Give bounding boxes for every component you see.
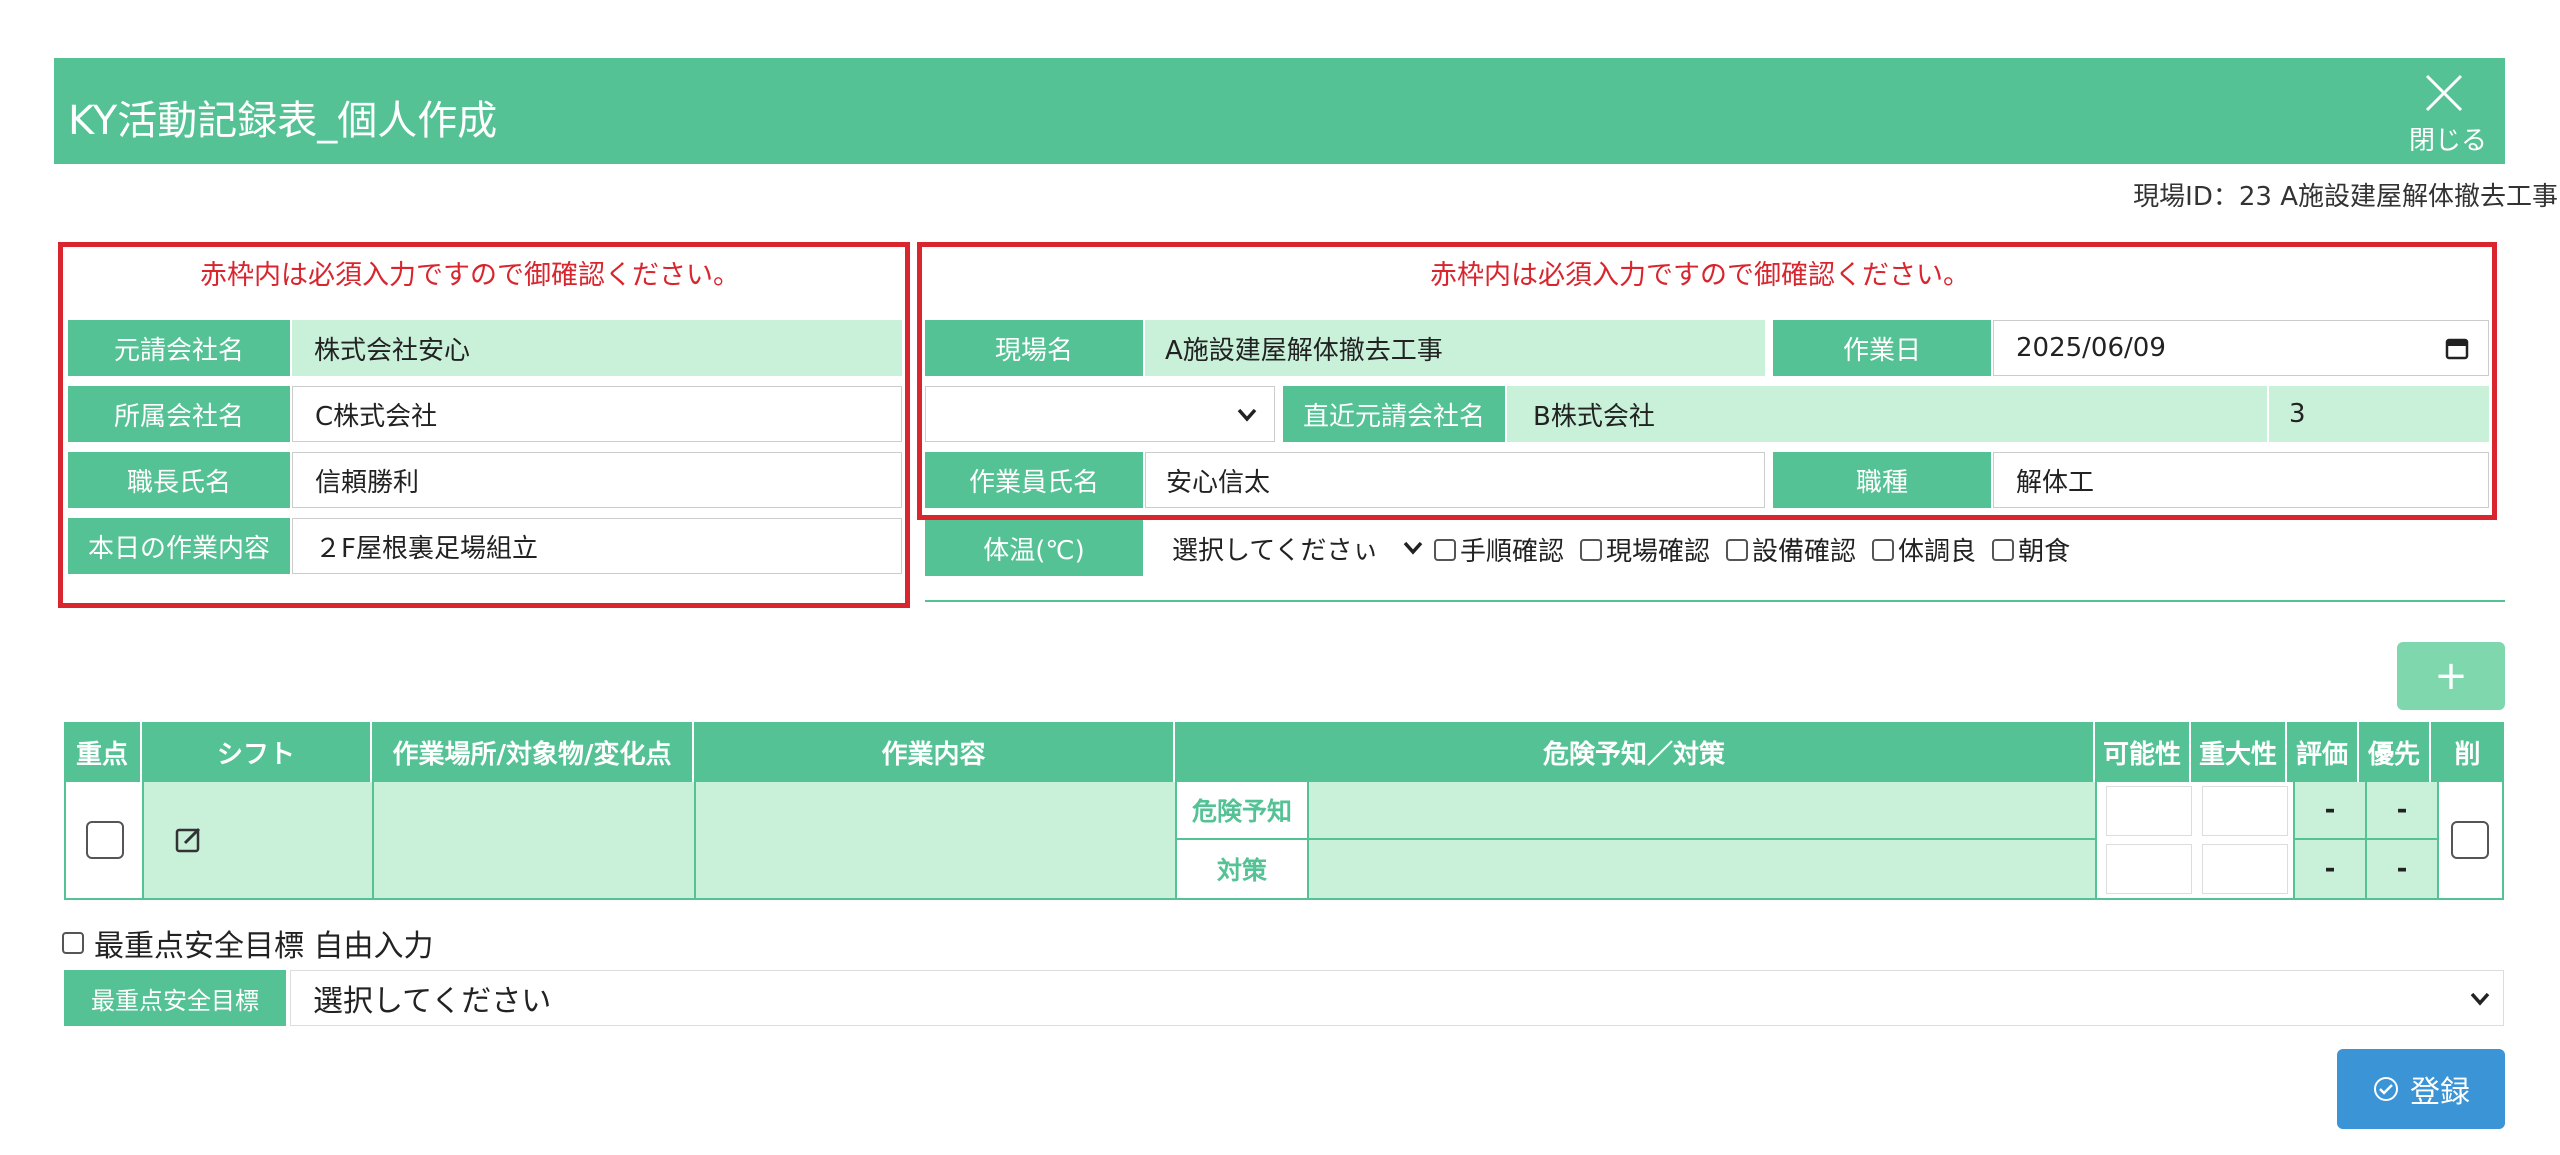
col-shift: シフト — [142, 722, 372, 782]
col-priority: 優先 — [2359, 722, 2431, 782]
right-required-notice: 赤枠内は必須入力ですので御確認ください。 — [1430, 260, 1970, 291]
row-work-content-cell[interactable] — [696, 782, 1177, 898]
col-evaluation: 評価 — [2287, 722, 2359, 782]
risk-prediction-label: 危険予知 — [1177, 782, 1309, 840]
col-risk-measure: 危険予知／対策 — [1175, 722, 2095, 782]
site-id-text: 現場ID：23 A施設建屋解体撤去工事 — [2133, 182, 2558, 212]
daily-checklist: 手順確認 現場確認 設備確認 体調良 朝食 — [1434, 531, 2070, 568]
priority-flag-checkbox[interactable] — [86, 821, 124, 859]
possibility-risk-input[interactable] — [2106, 786, 2192, 836]
todays-work-label: 本日の作業内容 — [68, 518, 290, 574]
equipment-check-checkbox[interactable] — [1726, 538, 1749, 561]
col-severity: 重大性 — [2191, 722, 2287, 782]
priority-measure: - — [2365, 840, 2437, 898]
site-name-label: 現場名 — [925, 320, 1143, 376]
modal-header: KY活動記録表_個人作成 閉じる — [54, 58, 2505, 164]
divider — [925, 600, 2505, 602]
direct-contractor-label: 直近元請会社名 — [1283, 386, 1505, 442]
prime-contractor-label: 元請会社名 — [68, 320, 290, 376]
work-date-label: 作業日 — [1773, 320, 1991, 376]
work-date-field[interactable]: 2025/06/09 — [1993, 320, 2489, 376]
prime-contractor-value: 株式会社安心 — [292, 320, 902, 376]
temperature-select[interactable]: 選択してくださぃ — [1150, 520, 1432, 576]
affiliated-company-field[interactable]: C株式会社 — [292, 386, 902, 442]
goal-free-input-label: 最重点安全目標 自由入力 — [94, 929, 434, 964]
foreman-name-field[interactable]: 信頼勝利 — [292, 452, 902, 508]
risk-prediction-field[interactable] — [1309, 782, 2097, 840]
possibility-measure-input[interactable] — [2106, 844, 2192, 894]
safety-goal-select-value: 選択してください — [313, 984, 552, 1019]
priority-risk: - — [2365, 782, 2437, 840]
add-row-button[interactable]: + — [2397, 642, 2505, 710]
severity-measure-input[interactable] — [2202, 844, 2288, 894]
site-check-checkbox[interactable] — [1580, 538, 1603, 561]
safety-goal-select[interactable]: 選択してください — [290, 970, 2504, 1026]
calendar-icon[interactable] — [2444, 335, 2470, 361]
measure-field[interactable] — [1309, 840, 2097, 898]
row-delete-cell — [2437, 782, 2502, 898]
modal-title: KY活動記録表_個人作成 — [68, 98, 498, 144]
relation-select[interactable] — [925, 386, 1275, 442]
register-button[interactable]: 登録 — [2337, 1049, 2505, 1129]
good-health-checkbox[interactable] — [1872, 538, 1895, 561]
row-flag-cell — [66, 782, 144, 898]
measure-label: 対策 — [1177, 840, 1309, 898]
close-button[interactable]: 閉じる — [2409, 120, 2487, 157]
col-location: 作業場所/対象物/変化点 — [372, 722, 694, 782]
ky-table-header: 重点 シフト 作業場所/対象物/変化点 作業内容 危険予知／対策 可能性 重大性… — [64, 722, 2504, 782]
col-priority-flag: 重点 — [64, 722, 142, 782]
edit-icon[interactable] — [174, 825, 204, 855]
tier-value: 3 — [2269, 386, 2489, 442]
row-shift-cell — [144, 782, 374, 898]
procedure-check-checkbox[interactable] — [1434, 538, 1456, 561]
temperature-label: 体温(℃) — [925, 520, 1143, 576]
affiliated-company-label: 所属会社名 — [68, 386, 290, 442]
register-button-label: 登録 — [2410, 1075, 2470, 1110]
worker-name-label: 作業員氏名 — [925, 452, 1143, 508]
job-type-label: 職種 — [1773, 452, 1991, 508]
table-row: 危険予知 対策 - - - - — [64, 782, 2504, 900]
job-type-field[interactable]: 解体工 — [1993, 452, 2489, 508]
chevron-down-icon — [2470, 992, 2490, 1006]
delete-row-checkbox[interactable] — [2451, 821, 2489, 859]
direct-contractor-value: B株式会社 — [1507, 386, 2267, 442]
todays-work-field[interactable]: ２F屋根裏足場組立 — [292, 518, 902, 574]
row-location-cell[interactable] — [374, 782, 696, 898]
breakfast-checkbox[interactable] — [1992, 538, 2015, 561]
check-circle-icon — [2374, 1077, 2398, 1101]
evaluation-risk: - — [2293, 782, 2365, 840]
work-date-value: 2025/06/09 — [2016, 333, 2166, 363]
chevron-down-icon — [1237, 408, 1257, 422]
safety-goal-label: 最重点安全目標 — [64, 970, 286, 1026]
close-icon[interactable] — [2423, 72, 2465, 114]
chevron-down-icon — [1403, 541, 1423, 555]
equipment-check-label: 設備確認 — [1752, 537, 1857, 567]
worker-name-field[interactable]: 安心信太 — [1145, 452, 1765, 508]
good-health-label: 体調良 — [1898, 537, 1977, 567]
foreman-name-label: 職長氏名 — [68, 452, 290, 508]
site-check-label: 現場確認 — [1606, 537, 1711, 567]
col-delete: 削 — [2431, 722, 2504, 782]
goal-free-input-checkbox[interactable] — [62, 932, 84, 954]
temperature-select-value: 選択してくださぃ — [1172, 535, 1379, 566]
evaluation-measure: - — [2293, 840, 2365, 898]
severity-risk-input[interactable] — [2202, 786, 2288, 836]
procedure-check-label: 手順確認 — [1460, 537, 1565, 567]
col-possibility: 可能性 — [2095, 722, 2191, 782]
breakfast-label: 朝食 — [2018, 537, 2071, 567]
site-name-value: A施設建屋解体撤去工事 — [1145, 320, 1765, 376]
goal-free-input-toggle[interactable]: 最重点安全目標 自由入力 — [62, 921, 434, 965]
col-work-content: 作業内容 — [694, 722, 1175, 782]
left-required-notice: 赤枠内は必須入力ですので御確認ください。 — [200, 260, 740, 291]
